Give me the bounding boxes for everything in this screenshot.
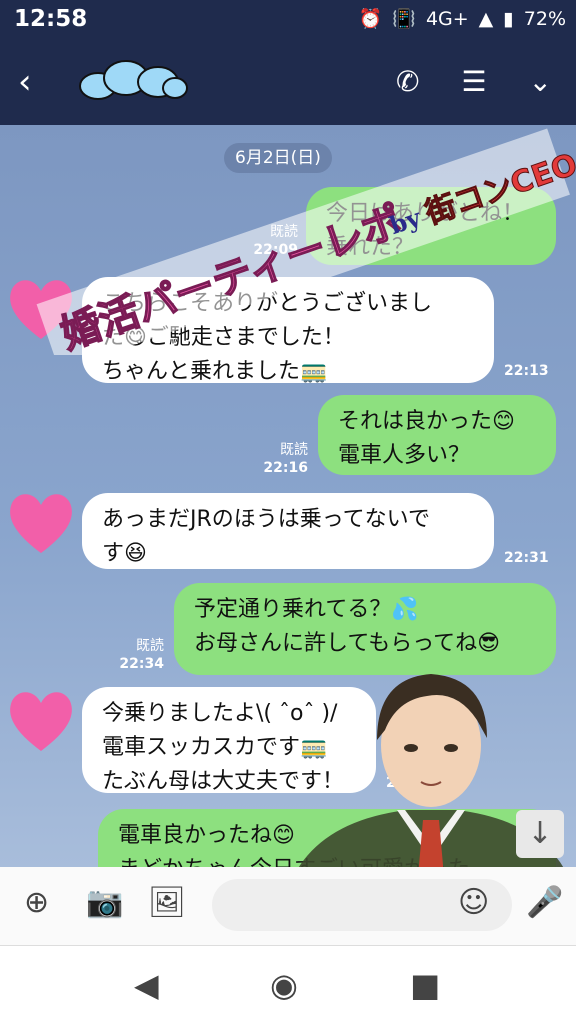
- status-time: 12:58: [14, 6, 88, 32]
- message-time: 22:13: [504, 363, 549, 379]
- chevron-down-icon[interactable]: ⌄: [529, 65, 552, 98]
- chat-area[interactable]: 6月2日(日) 既読 22:09 今日はありがとね！ 乗れた？ こちらこそありがとう…: [0, 125, 576, 867]
- nav-back-icon[interactable]: ◀: [134, 966, 159, 1004]
- message-time: 22:36: [386, 775, 431, 791]
- header-actions: ✆ ☰ ⌄: [396, 65, 552, 98]
- message-bubble-received[interactable]: 今乗りましたよ\( ˆoˆ )/電車スッカスカです🚃 たぶん母は大丈夫です！: [82, 687, 376, 794]
- phone-icon[interactable]: ✆: [396, 65, 419, 98]
- network-label: 4G+: [425, 7, 469, 30]
- battery-icon: ▮: [503, 7, 514, 30]
- message-time: 22:31: [504, 550, 549, 566]
- battery-level: 72%: [523, 7, 566, 30]
- contact-name-cloud-icon: [79, 60, 188, 100]
- image-icon[interactable]: 🖼: [148, 885, 186, 920]
- signal-icon: ▲: [478, 7, 494, 30]
- read-receipt: 既読 22:34: [119, 638, 164, 672]
- system-navigation-bar: ◀ ◉ ■: [0, 945, 576, 1025]
- message-composer: ⊕ 📷 🖼 ☺ 🎤: [0, 867, 576, 945]
- read-receipt: 既読 22:16: [263, 442, 308, 476]
- microphone-icon[interactable]: 🎤: [526, 885, 563, 920]
- message-bubble-received[interactable]: こちらこそありがとうございまし た😋ご馳走さまでした！ ちゃんと乗れました🚃: [82, 277, 494, 384]
- contact-avatar-heart-icon[interactable]: [4, 487, 78, 557]
- message-bubble-received[interactable]: あっまだJRのほうは乗ってないで す😆: [82, 493, 494, 569]
- contact-avatar-heart-icon[interactable]: [4, 685, 78, 755]
- nav-home-icon[interactable]: ◉: [270, 966, 298, 1004]
- alarm-icon: ⏰: [358, 8, 383, 30]
- status-icons: ⏰ 📳 4G+ ▲ ▮ 72%: [358, 7, 566, 31]
- chat-header: ‹ ✆ ☰ ⌄: [0, 40, 576, 125]
- message-bubble-sent[interactable]: 電車良かったね😊まどかちゃん今日すごい可愛かった: [98, 809, 556, 867]
- read-receipt: 既読 22:09: [253, 224, 298, 258]
- date-separator: 6月2日(日): [224, 143, 332, 173]
- menu-icon[interactable]: ☰: [461, 65, 486, 98]
- contact-avatar-heart-icon[interactable]: [4, 273, 78, 343]
- message-bubble-sent[interactable]: 今日はありがとね！ 乗れた？: [306, 187, 556, 265]
- camera-icon[interactable]: 📷: [86, 885, 123, 920]
- message-bubble-sent[interactable]: それは良かった😊 電車人多い？: [318, 395, 556, 475]
- add-icon[interactable]: ⊕: [24, 885, 49, 920]
- emoji-icon[interactable]: ☺: [458, 885, 489, 920]
- nav-recents-icon[interactable]: ■: [410, 966, 440, 1004]
- status-bar: 12:58 ⏰ 📳 4G+ ▲ ▮ 72%: [0, 0, 576, 40]
- vibrate-icon: 📳: [392, 8, 416, 30]
- message-bubble-sent[interactable]: 予定通り乗れてる？💦 お母さんに許してもらってね😎: [174, 583, 556, 675]
- scroll-to-bottom-button[interactable]: ↓: [516, 810, 564, 858]
- back-icon[interactable]: ‹: [18, 62, 32, 102]
